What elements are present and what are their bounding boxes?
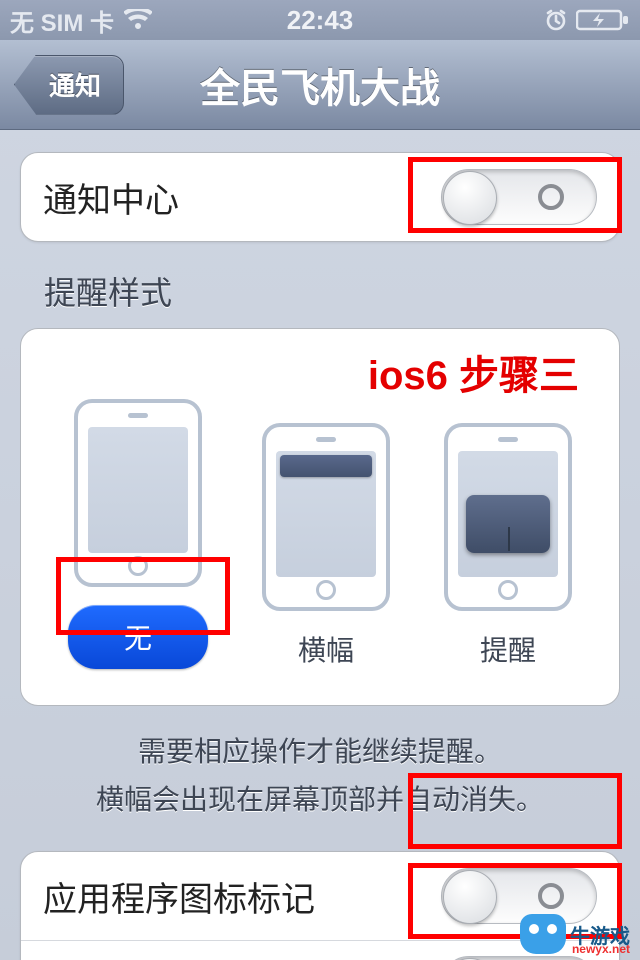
- alert-style-label: 横幅: [298, 629, 354, 669]
- wifi-icon: [124, 9, 152, 31]
- back-button[interactable]: 通知: [14, 55, 124, 115]
- desc-line: 横幅会出现在屏幕顶部并自动消失。: [20, 776, 620, 824]
- watermark-url: newyx.net: [572, 942, 630, 956]
- toggle-knob: [443, 171, 497, 225]
- section-header-alert-style: 提醒样式: [44, 268, 620, 314]
- alert-style-none[interactable]: 无: [68, 399, 208, 669]
- alert-style-description: 需要相应操作才能继续提醒。 横幅会出现在屏幕顶部并自动消失。: [20, 728, 620, 823]
- nav-header: 通知 全民飞机大战: [0, 40, 640, 130]
- watermark: 牛游戏 newyx.net: [520, 914, 630, 954]
- alarm-icon: [544, 8, 568, 32]
- page-title: 全民飞机大战: [200, 56, 440, 114]
- phone-preview-none: [74, 399, 202, 587]
- phone-preview-alert: [444, 423, 572, 611]
- back-button-label: 通知: [49, 66, 101, 103]
- cell-notification-center: 通知中心: [21, 153, 619, 241]
- toggle-notification-center[interactable]: [441, 169, 597, 225]
- annotation-text: ios6 步骤三: [368, 343, 579, 401]
- toggle-sound[interactable]: [441, 956, 597, 960]
- alert-style-picker: ios6 步骤三 无 横幅 提醒: [20, 328, 620, 706]
- cell-label: 应用程序图标标记: [43, 872, 315, 921]
- toggle-off-icon: [538, 184, 564, 210]
- carrier-text: 无 SIM 卡: [10, 3, 114, 38]
- cell-group-notification-center: 通知中心: [20, 152, 620, 242]
- alert-style-label: 提醒: [480, 629, 536, 669]
- phone-preview-banner: [262, 423, 390, 611]
- alert-style-alert[interactable]: 提醒: [444, 423, 572, 669]
- status-bar: 无 SIM 卡 22:43: [0, 0, 640, 40]
- watermark-logo-icon: [520, 914, 566, 954]
- status-time: 22:43: [287, 5, 354, 36]
- battery-charging-icon: [576, 8, 630, 32]
- alert-style-banner[interactable]: 横幅: [262, 423, 390, 669]
- cell-label: 通知中心: [43, 173, 179, 222]
- alert-style-label-selected: 无: [68, 605, 208, 669]
- desc-line: 需要相应操作才能继续提醒。: [20, 728, 620, 776]
- toggle-off-icon: [538, 883, 564, 909]
- toggle-knob: [443, 870, 497, 924]
